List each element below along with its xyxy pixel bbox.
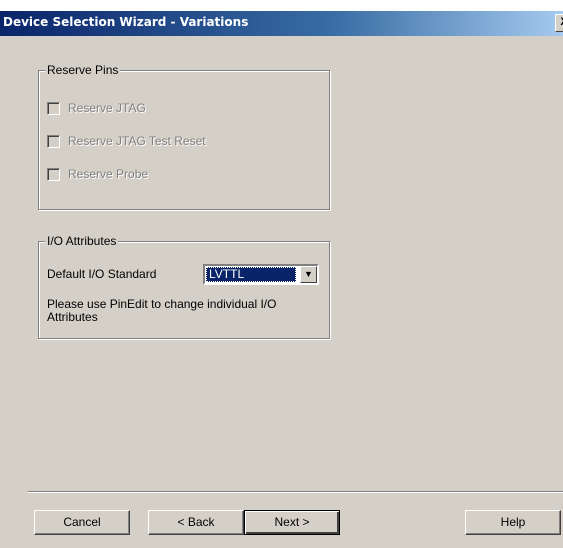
default-io-standard-label: Default I/O Standard	[47, 267, 157, 281]
io-attributes-legend: I/O Attributes	[45, 234, 119, 248]
reserve-pins-legend: Reserve Pins	[45, 63, 121, 77]
reserve-pins-group: Reserve Pins Reserve JTAG Reserve JTAG T…	[38, 63, 330, 210]
back-button[interactable]: < Back	[148, 510, 244, 535]
pinedit-note: Please use PinEdit to change individual …	[47, 297, 277, 324]
checkbox-box[interactable]	[47, 134, 60, 148]
default-io-standard-select[interactable]: LVTTL ▼	[203, 264, 319, 285]
next-button[interactable]: Next >	[244, 510, 340, 535]
reserve-probe-label: Reserve Probe	[68, 167, 149, 181]
close-button[interactable]: X	[555, 14, 563, 32]
chevron-down-icon[interactable]: ▼	[300, 266, 317, 283]
reserve-jtag-label: Reserve JTAG	[68, 101, 146, 115]
wizard-window: Device Selection Wizard - Variations X R…	[0, 11, 563, 548]
window-title: Device Selection Wizard - Variations	[3, 15, 249, 29]
io-attributes-group: I/O Attributes Default I/O Standard LVTT…	[38, 234, 330, 339]
title-bar[interactable]: Device Selection Wizard - Variations X	[0, 11, 563, 36]
reserve-jtag-checkbox[interactable]: Reserve JTAG	[47, 100, 146, 116]
button-separator	[28, 491, 563, 493]
reserve-probe-checkbox[interactable]: Reserve Probe	[47, 166, 148, 182]
selected-io-standard[interactable]: LVTTL	[206, 267, 296, 282]
checkbox-box[interactable]	[47, 101, 60, 115]
reserve-jtag-test-reset-label: Reserve JTAG Test Reset	[68, 134, 206, 148]
cancel-button[interactable]: Cancel	[34, 510, 130, 535]
help-button[interactable]: Help	[465, 510, 561, 535]
checkbox-box[interactable]	[47, 167, 60, 181]
reserve-jtag-test-reset-checkbox[interactable]: Reserve JTAG Test Reset	[47, 133, 206, 149]
